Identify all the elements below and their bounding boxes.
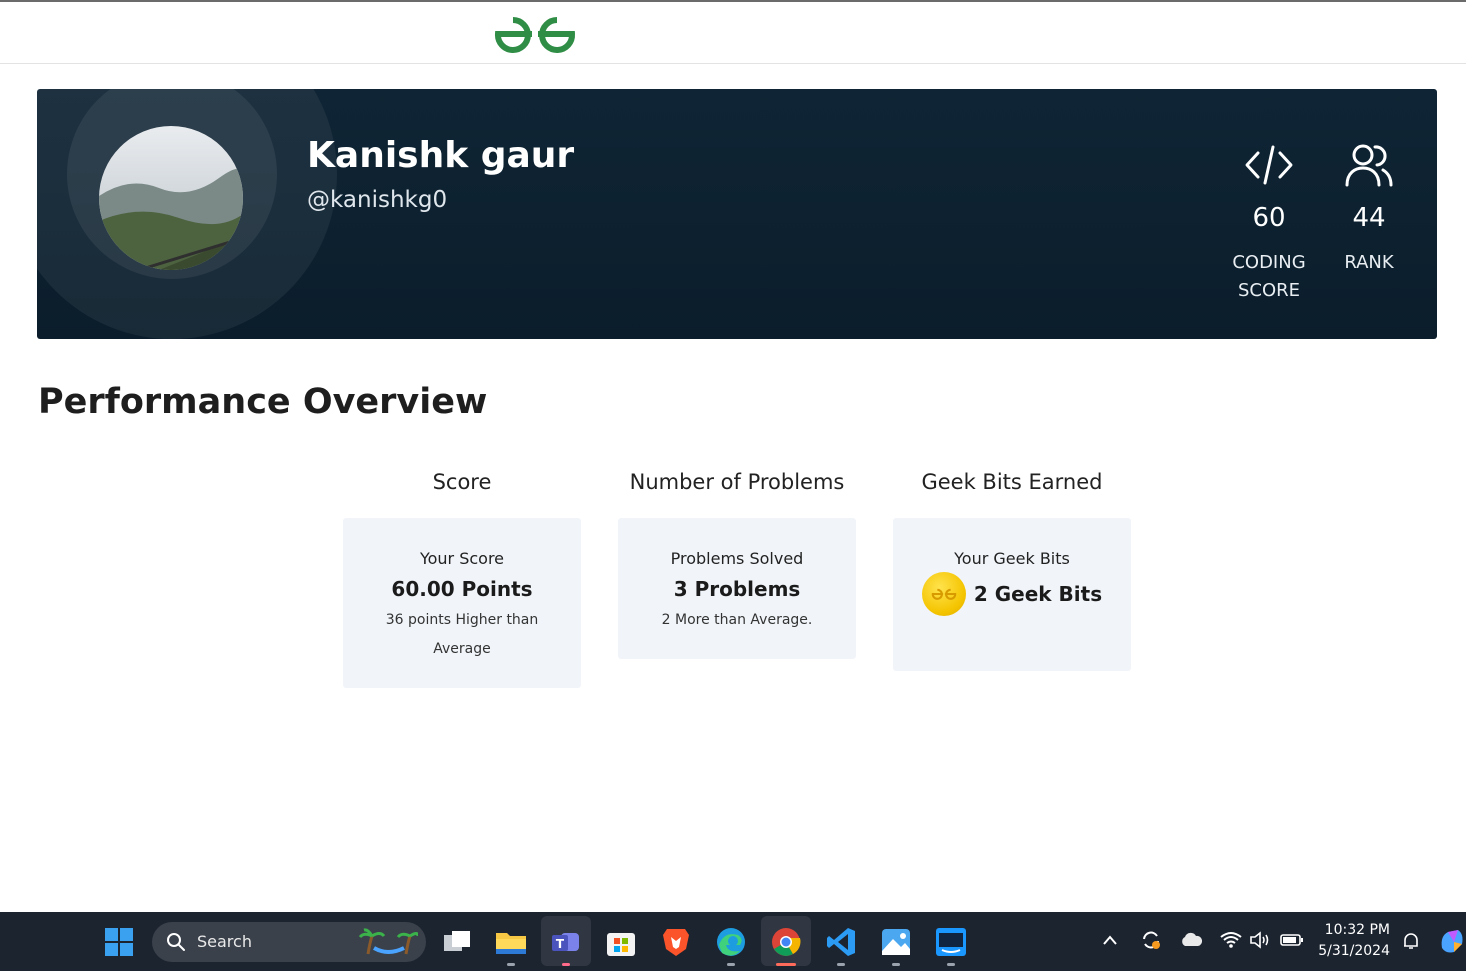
geek-bits-card-label: Your Geek Bits bbox=[954, 549, 1070, 568]
coding-score-stat: 60 CODING SCORE bbox=[1219, 139, 1319, 305]
chevron-up-icon[interactable] bbox=[1102, 934, 1118, 946]
profile-handle: @kanishkg0 bbox=[307, 187, 448, 213]
profile-banner: Kanishk gaur @kanishkg0 60 CODING SCORE … bbox=[37, 89, 1437, 339]
geeksforgeeks-logo[interactable] bbox=[492, 12, 578, 56]
score-card-sub: 36 points Higher than Average bbox=[385, 612, 539, 657]
task-view-icon[interactable] bbox=[440, 925, 474, 959]
code-icon bbox=[1219, 139, 1319, 191]
problems-card-label: Problems Solved bbox=[670, 549, 804, 568]
wifi-icon[interactable] bbox=[1220, 931, 1242, 949]
search-icon bbox=[167, 933, 185, 951]
svg-text:T: T bbox=[556, 937, 565, 951]
chrome-icon[interactable] bbox=[769, 925, 803, 959]
rank-stat: 44 RANK bbox=[1319, 139, 1419, 277]
score-card-label: Your Score bbox=[419, 549, 505, 568]
score-heading: Score bbox=[432, 470, 492, 494]
profile-name: Kanishk gaur bbox=[307, 135, 575, 176]
coding-score-label: CODING bbox=[1232, 252, 1306, 273]
geek-bits-card-value: 2 Geek Bits bbox=[973, 582, 1103, 606]
geek-bits-heading: Geek Bits Earned bbox=[921, 470, 1103, 494]
score-card: Your Score 60.00 Points 36 points Higher… bbox=[343, 518, 581, 688]
edge-icon[interactable] bbox=[714, 925, 748, 959]
avatar bbox=[99, 126, 243, 270]
site-header bbox=[0, 0, 1466, 64]
rank-label: RANK bbox=[1344, 252, 1394, 273]
prime-video-icon[interactable] bbox=[934, 925, 968, 959]
file-explorer-icon[interactable] bbox=[494, 925, 528, 959]
photos-icon[interactable] bbox=[879, 925, 913, 959]
taskbar: Search T 10:32 PM 5/31/2024 bbox=[0, 912, 1466, 971]
coding-score-label-2: SCORE bbox=[1237, 280, 1301, 301]
sync-icon[interactable] bbox=[1140, 929, 1162, 951]
clock-time[interactable]: 10:32 PM bbox=[1310, 922, 1390, 938]
problems-card-sub: 2 More than Average. bbox=[661, 612, 813, 628]
problems-heading: Number of Problems bbox=[629, 470, 845, 494]
section-title: Performance Overview bbox=[38, 382, 488, 422]
taskbar-search[interactable]: Search bbox=[152, 922, 426, 962]
vscode-icon[interactable] bbox=[824, 925, 858, 959]
clock-date[interactable]: 5/31/2024 bbox=[1300, 943, 1390, 959]
microsoft-store-icon[interactable] bbox=[604, 925, 638, 959]
onedrive-icon[interactable] bbox=[1179, 932, 1203, 948]
score-card-value: 60.00 Points bbox=[391, 577, 533, 601]
coding-score-value: 60 bbox=[1252, 203, 1286, 233]
volume-icon[interactable] bbox=[1249, 931, 1271, 949]
search-label: Search bbox=[197, 932, 252, 951]
brave-icon[interactable] bbox=[659, 925, 693, 959]
geek-coin-icon bbox=[921, 572, 966, 616]
copilot-icon[interactable] bbox=[1438, 926, 1466, 956]
problems-card-value: 3 Problems bbox=[673, 577, 801, 601]
teams-icon[interactable]: T bbox=[549, 925, 583, 959]
geek-bits-card: Your Geek Bits 2 Geek Bits bbox=[893, 518, 1131, 671]
problems-card: Problems Solved 3 Problems 2 More than A… bbox=[618, 518, 856, 659]
notification-bell-icon[interactable] bbox=[1401, 931, 1421, 951]
windows-start-icon[interactable] bbox=[102, 925, 136, 959]
users-icon bbox=[1319, 139, 1419, 191]
palm-tree-icon bbox=[358, 928, 418, 955]
rank-value: 44 bbox=[1352, 203, 1386, 233]
